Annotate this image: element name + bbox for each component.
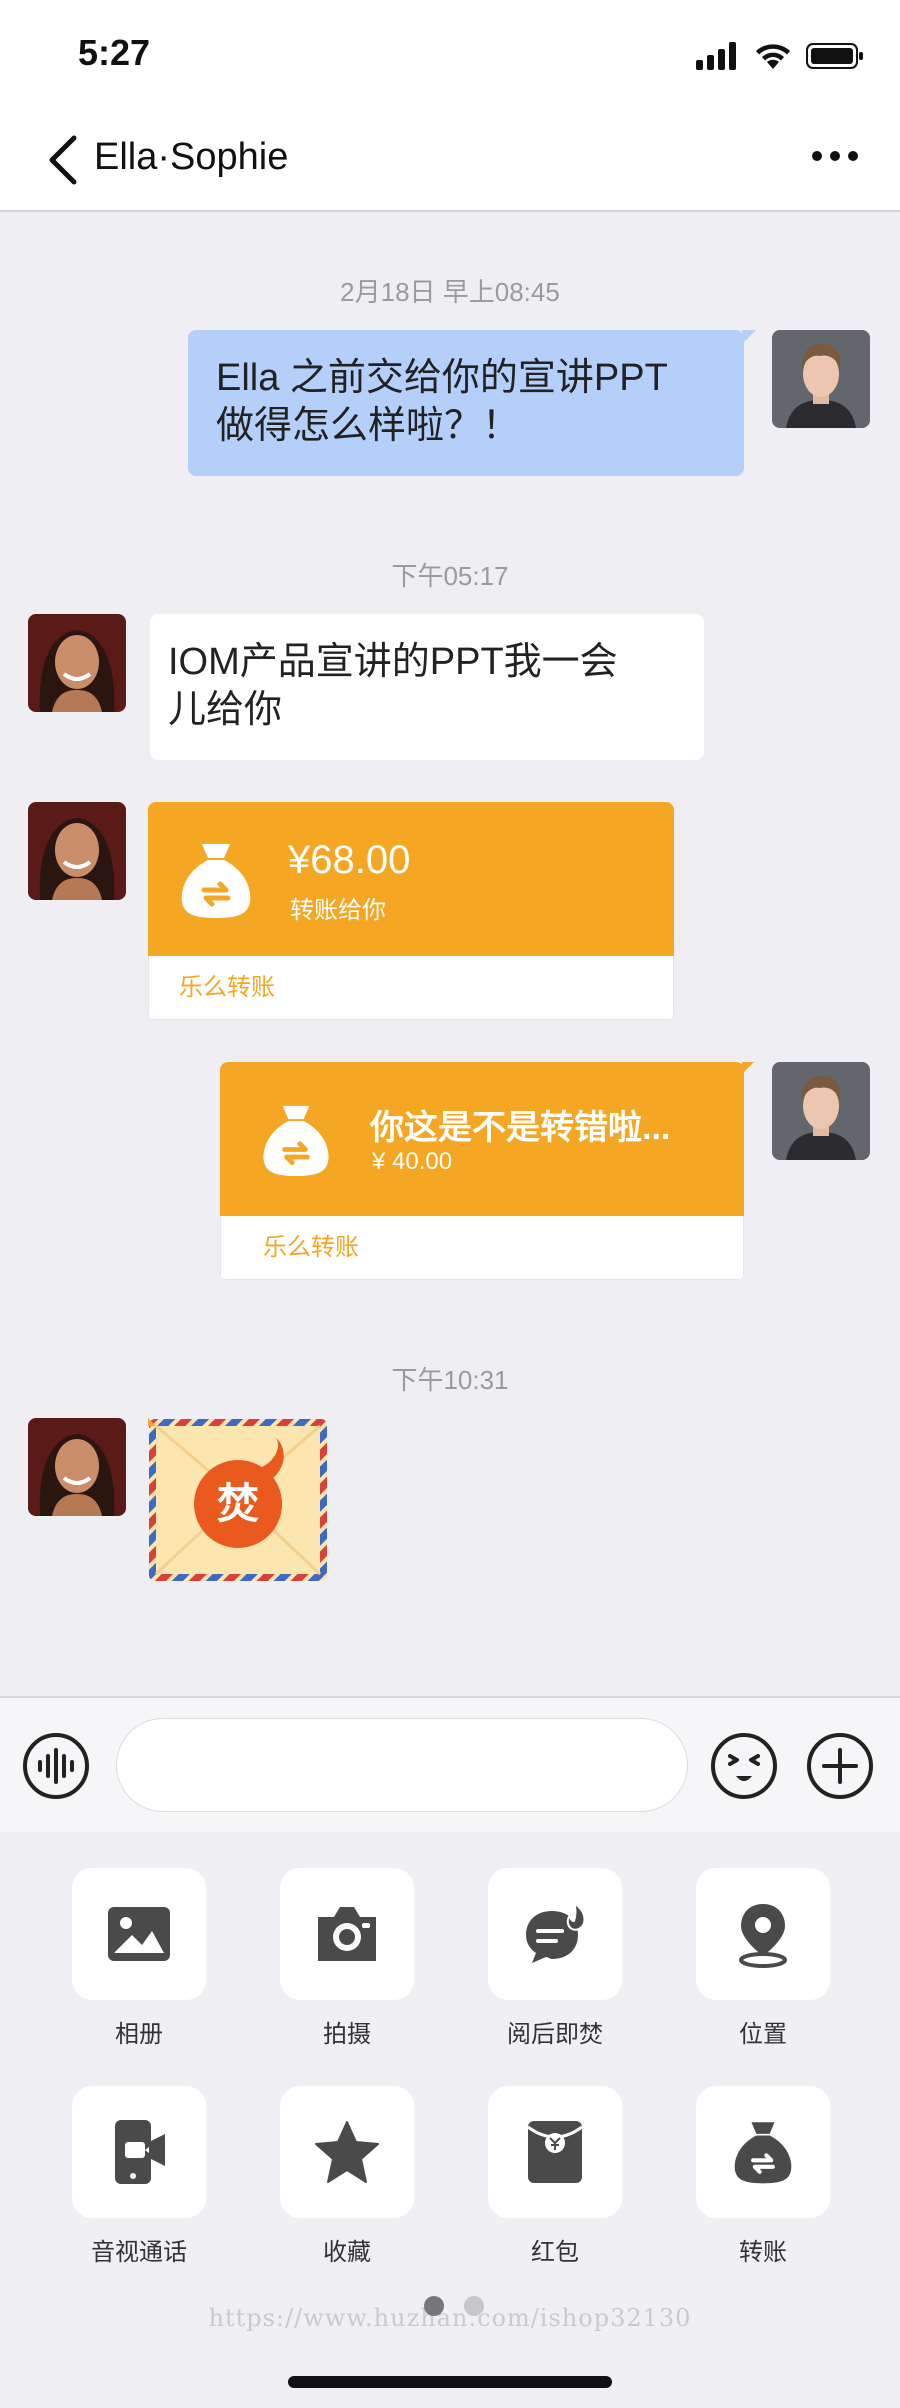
tool-tile[interactable] [72, 2086, 206, 2218]
wifi-icon [756, 44, 790, 69]
message-timestamp: 下午10:31 [391, 1365, 509, 1395]
add-more-icon[interactable] [806, 1732, 874, 1800]
transfer-amount: ¥ 40.00 [372, 1148, 453, 1175]
transfer-footer: 乐么转账 [220, 1216, 744, 1280]
page-indicator [424, 2296, 484, 2316]
status-bar: 5:27 [0, 0, 900, 110]
tool-red-packet[interactable]: 红包 [488, 2086, 622, 2267]
tool-tile[interactable] [696, 1868, 830, 2000]
battery-icon [806, 43, 863, 69]
tool-tile[interactable] [280, 2086, 414, 2218]
tool-label: 拍摄 [323, 2021, 371, 2048]
signal-icon [696, 42, 736, 70]
burn-after-reading-message[interactable]: 焚 [142, 1412, 328, 1582]
tool-album[interactable]: 相册 [72, 1868, 206, 2049]
message-text-line: Ella 之前交给你的宣讲PPT [216, 357, 668, 399]
status-icons [696, 38, 864, 74]
more-options-icon[interactable] [810, 146, 860, 166]
tool-location[interactable]: 位置 [696, 1868, 830, 2049]
envelope-icon: 焚 [142, 1412, 327, 1581]
transfer-icon [734, 2122, 792, 2184]
tool-label: 红包 [531, 2239, 579, 2266]
chat-title: Ella·Sophie [94, 136, 289, 178]
contact-text-bubble[interactable]: IOM产品宣讲的PPT我一会 儿给你 [150, 614, 704, 760]
message-text-line: 做得怎么样啦？！ [216, 405, 521, 447]
my-text-bubble[interactable]: Ella 之前交给你的宣讲PPT 做得怎么样啦？！ [188, 330, 756, 476]
bubble-tail [742, 1062, 754, 1074]
home-indicator[interactable] [288, 2376, 612, 2388]
star-icon [315, 2121, 379, 2183]
page-dot[interactable] [464, 2296, 484, 2316]
bubble-tail [742, 330, 756, 344]
burn-after-reading-icon [526, 1901, 586, 1963]
tool-camera[interactable]: 拍摄 [280, 1868, 414, 2049]
message-text-line: 儿给你 [168, 689, 283, 731]
tool-label: 音视通话 [91, 2239, 187, 2266]
message-timestamp: 下午05:17 [391, 561, 509, 591]
tool-label: 转账 [739, 2239, 787, 2266]
message-text-line: IOM产品宣讲的PPT我一会 [168, 641, 618, 683]
message-input-bar [0, 1696, 900, 1834]
location-icon [739, 1904, 787, 1968]
emoji-icon[interactable] [710, 1732, 778, 1800]
contact-avatar[interactable] [28, 614, 126, 712]
photo-album-icon [108, 1907, 170, 1961]
tool-transfer[interactable]: 转账 [696, 2086, 830, 2267]
contact-avatar[interactable] [28, 1418, 126, 1516]
tool-label: 位置 [739, 2021, 787, 2048]
tool-tile[interactable] [696, 2086, 830, 2218]
transfer-card-sent[interactable]: 你这是不是转错啦... ¥ 40.00 乐么转账 [220, 1062, 744, 1280]
status-time: 5:27 [78, 32, 151, 73]
tool-favorites[interactable]: 收藏 [280, 2086, 414, 2267]
tool-tile[interactable] [72, 1868, 206, 2000]
message-input-field[interactable] [116, 1718, 688, 1812]
transfer-card-received[interactable]: ¥68.00 转账给你 乐么转账 [148, 802, 674, 1020]
red-packet-icon [527, 2121, 583, 2183]
transfer-subtitle: 转账给你 [290, 897, 386, 924]
transfer-note: 你这是不是转错啦... [370, 1109, 671, 1147]
transfer-card-body: ¥68.00 转账给你 [148, 802, 674, 956]
tool-label: 收藏 [323, 2239, 371, 2266]
tool-video-call[interactable]: 音视通话 [72, 2086, 206, 2267]
video-call-icon [115, 2120, 165, 2184]
transfer-amount: ¥68.00 [288, 838, 411, 882]
tool-label: 相册 [115, 2021, 163, 2048]
my-avatar[interactable] [772, 1062, 870, 1160]
tool-tile[interactable] [280, 1868, 414, 2000]
message-timestamp: 2月18日 早上08:45 [340, 277, 560, 307]
voice-input-icon[interactable] [22, 1732, 90, 1800]
tool-tile[interactable] [488, 2086, 622, 2218]
money-bag-icon [263, 1105, 329, 1176]
tool-tile[interactable] [488, 1868, 622, 2000]
chat-header: Ella·Sophie [0, 110, 900, 212]
back-arrow-icon[interactable] [44, 134, 84, 186]
money-bag-icon [181, 844, 251, 918]
camera-icon [318, 1907, 376, 1961]
page-dot-active[interactable] [424, 2296, 444, 2316]
my-avatar[interactable] [772, 330, 870, 428]
transfer-footer: 乐么转账 [148, 956, 674, 1020]
burn-badge-text: 焚 [217, 1479, 259, 1528]
tool-burn[interactable]: 阅后即焚 [488, 1868, 622, 2049]
transfer-card-body: 你这是不是转错啦... ¥ 40.00 [220, 1062, 744, 1216]
contact-avatar[interactable] [28, 802, 126, 900]
tool-label: 阅后即焚 [507, 2021, 603, 2048]
